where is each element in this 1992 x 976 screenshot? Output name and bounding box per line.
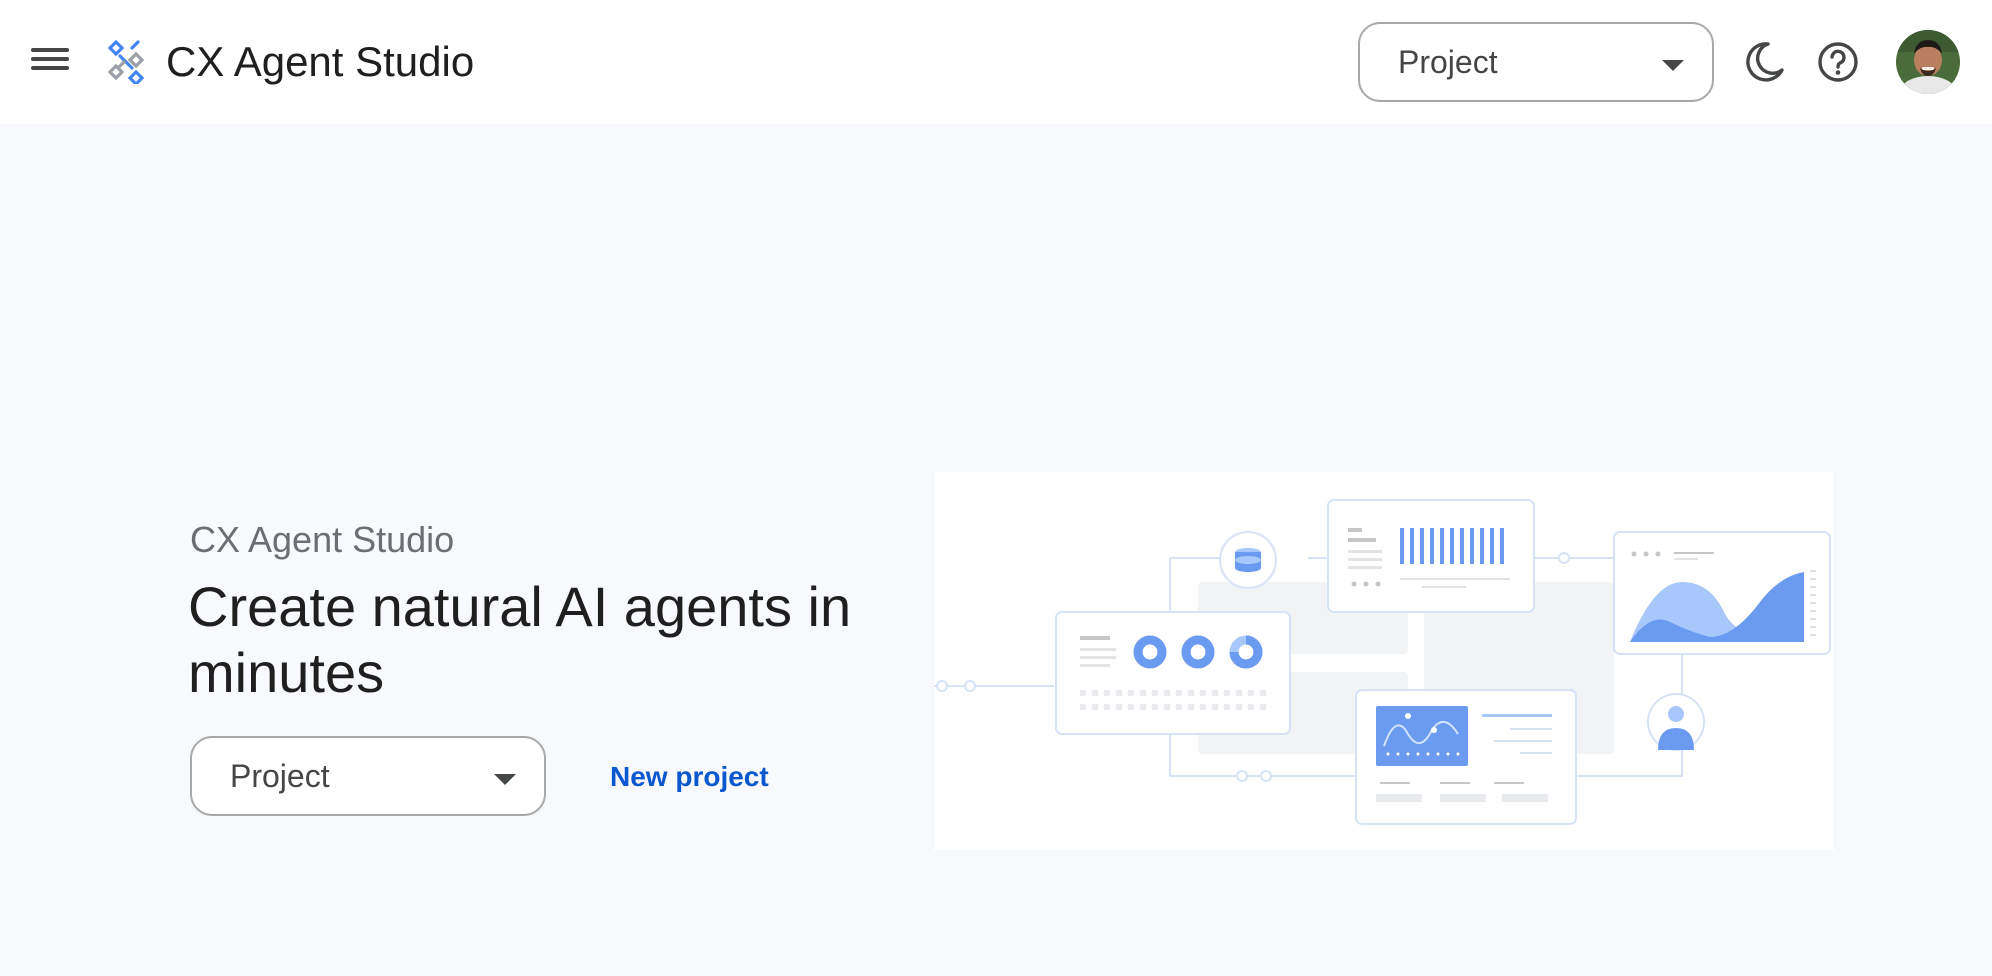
cx-agent-studio-logo-icon [107, 40, 145, 84]
hero-title: Create natural AI agents in minutes [188, 575, 852, 704]
user-avatar[interactable] [1896, 30, 1960, 94]
dropdown-arrow-icon [1662, 60, 1684, 71]
hero-subtitle: CX Agent Studio [190, 519, 455, 560]
dropdown-arrow-icon [494, 774, 516, 785]
hero-project-select-label: Project [230, 758, 330, 794]
project-select[interactable]: Project [1358, 22, 1714, 102]
app-title: CX Agent Studio [166, 38, 475, 85]
hero-illustration [934, 472, 1834, 850]
project-select-label: Project [1398, 44, 1498, 80]
menu-icon[interactable] [26, 42, 74, 82]
hero-project-select[interactable]: Project [190, 736, 546, 816]
top-app-bar: CX Agent Studio Project [0, 0, 1992, 124]
agent-dashboard-illustration [934, 499, 1831, 825]
help-icon[interactable] [1812, 36, 1864, 88]
new-project-link[interactable]: New project [610, 760, 769, 794]
moon-icon[interactable] [1738, 36, 1790, 88]
